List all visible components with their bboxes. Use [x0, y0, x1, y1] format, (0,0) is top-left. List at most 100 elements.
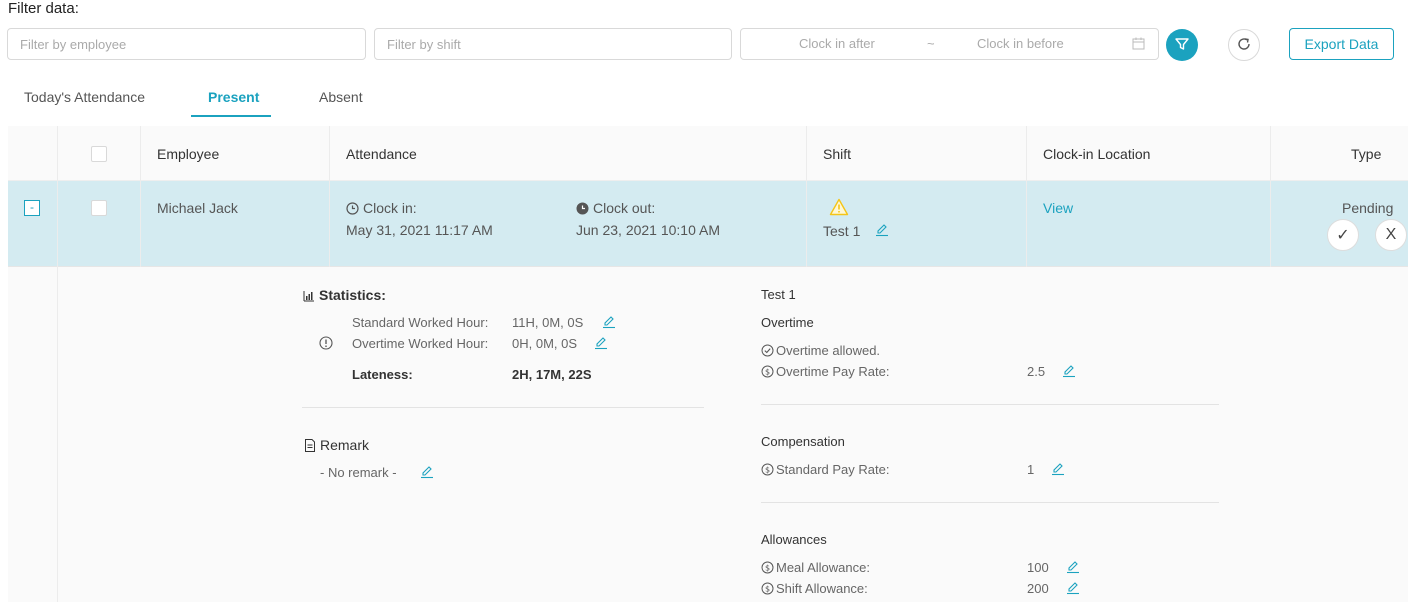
overtime-pay-rate-label: Overtime Pay Rate:	[776, 364, 890, 379]
shift-name: Test 1	[823, 223, 861, 239]
clock-in-value: May 31, 2021 11:17 AM	[346, 222, 493, 238]
edit-remark-button[interactable]	[420, 465, 434, 482]
edit-shift-allowance-button[interactable]	[1066, 581, 1080, 598]
meal-allowance: $ Meal Allowance:	[761, 560, 870, 577]
approve-button[interactable]: ✓	[1327, 219, 1359, 251]
overtime-pay-rate: $ Overtime Pay Rate:	[761, 364, 889, 381]
column-divider	[140, 126, 141, 267]
clock-in-after-input[interactable]: Clock in after	[799, 29, 875, 59]
remark-title: Remark	[320, 437, 370, 453]
column-divider	[1026, 126, 1027, 267]
standard-hour-value: 11H, 0M, 0S	[512, 315, 584, 330]
svg-text:$: $	[765, 465, 770, 474]
pencil-icon	[1067, 561, 1079, 574]
divider	[302, 407, 704, 408]
location-column-header[interactable]: Clock-in Location	[1043, 146, 1150, 162]
tab-todays-attendance[interactable]: Today's Attendance	[24, 89, 145, 105]
range-separator: ~	[927, 36, 935, 51]
edit-shift-button[interactable]	[875, 223, 889, 240]
divider	[761, 502, 1219, 503]
reject-button[interactable]: X	[1375, 219, 1407, 251]
overtime-hour-label: Overtime Worked Hour:	[352, 336, 489, 351]
edit-standard-hour-button[interactable]	[602, 315, 616, 332]
type-status: Pending	[1342, 200, 1394, 216]
pencil-icon	[595, 337, 607, 350]
column-divider	[1270, 126, 1271, 267]
tab-absent[interactable]: Absent	[319, 89, 363, 105]
edit-overtime-hour-button[interactable]	[594, 336, 608, 353]
pencil-icon	[876, 224, 888, 237]
allowances-heading: Allowances	[761, 532, 827, 547]
document-icon	[304, 439, 316, 455]
remark-value: - No remark -	[320, 465, 397, 480]
active-tab-indicator	[191, 115, 271, 117]
export-data-button[interactable]: Export Data	[1289, 28, 1394, 60]
pencil-icon	[1052, 463, 1064, 476]
dollar-icon: $	[761, 561, 774, 577]
detail-shift-name: Test 1	[761, 287, 796, 302]
check-icon: ✓	[1336, 227, 1350, 244]
type-column-header[interactable]: Type	[1351, 146, 1381, 162]
clock-out-label: Clock out:	[576, 200, 655, 218]
bar-chart-icon	[303, 289, 315, 305]
tab-present[interactable]: Present	[208, 89, 259, 105]
pencil-icon	[1063, 365, 1075, 378]
pencil-icon	[1067, 582, 1079, 595]
remark-heading: Remark	[304, 437, 369, 455]
svg-text:$: $	[765, 563, 770, 572]
employee-column-header[interactable]: Employee	[157, 146, 219, 162]
attendance-column-header[interactable]: Attendance	[346, 146, 417, 162]
standard-pay-rate-value: 1	[1027, 462, 1035, 477]
clock-out-value: Jun 23, 2021 10:10 AM	[576, 222, 720, 238]
column-divider	[806, 126, 807, 267]
clock-in-label-text: Clock in:	[363, 200, 417, 216]
warning-icon	[829, 198, 849, 219]
shift-allowance: $ Shift Allowance:	[761, 581, 868, 598]
employee-filter-field[interactable]	[7, 28, 366, 60]
overtime-heading: Overtime	[761, 315, 814, 330]
expanded-row-details	[8, 267, 1408, 602]
standard-hour-label: Standard Worked Hour:	[352, 315, 489, 330]
refresh-button[interactable]	[1228, 29, 1260, 61]
meal-allowance-label: Meal Allowance:	[776, 560, 870, 575]
filter-title: Filter data:	[8, 0, 79, 17]
row-checkbox[interactable]	[91, 200, 107, 216]
refresh-icon	[1236, 36, 1252, 55]
clock-in-range-picker[interactable]: Clock in after ~ Clock in before	[740, 28, 1159, 60]
standard-pay-rate-label: Standard Pay Rate:	[776, 462, 890, 477]
overtime-allowed-text: Overtime allowed.	[776, 343, 881, 358]
statistics-heading: Statistics:	[303, 287, 386, 305]
filter-icon	[1174, 36, 1190, 55]
clock-icon	[346, 202, 359, 218]
dollar-icon: $	[761, 365, 774, 381]
view-location-link[interactable]: View	[1043, 200, 1073, 216]
clock-in-label: Clock in:	[346, 200, 417, 218]
overtime-allowed: Overtime allowed.	[761, 343, 880, 360]
close-icon: X	[1385, 226, 1397, 243]
pencil-icon	[603, 316, 615, 329]
overtime-hour-value: 0H, 0M, 0S	[512, 336, 578, 351]
svg-text:$: $	[765, 584, 770, 593]
column-divider	[329, 126, 330, 267]
statistics-title: Statistics:	[319, 287, 386, 303]
clock-out-label-text: Clock out:	[593, 200, 656, 216]
lateness-label: Lateness:	[352, 367, 413, 382]
employee-filter-input[interactable]	[8, 29, 365, 59]
collapse-row-button[interactable]: -	[24, 200, 40, 216]
select-all-checkbox[interactable]	[91, 146, 107, 162]
divider	[761, 404, 1219, 405]
lateness-value: 2H, 17M, 22S	[512, 367, 592, 382]
dollar-icon: $	[761, 463, 774, 479]
shift-filter-input[interactable]	[375, 29, 731, 59]
overtime-pay-rate-value: 2.5	[1027, 364, 1046, 379]
dollar-icon: $	[761, 582, 774, 598]
shift-filter-field[interactable]	[374, 28, 732, 60]
pencil-icon	[421, 466, 433, 479]
edit-standard-pay-rate-button[interactable]	[1051, 462, 1065, 479]
apply-filter-button[interactable]	[1166, 29, 1198, 61]
edit-meal-allowance-button[interactable]	[1066, 560, 1080, 577]
info-icon	[319, 336, 333, 353]
clock-in-before-input[interactable]: Clock in before	[977, 29, 1064, 59]
shift-column-header[interactable]: Shift	[823, 146, 851, 162]
edit-overtime-pay-rate-button[interactable]	[1062, 364, 1076, 381]
